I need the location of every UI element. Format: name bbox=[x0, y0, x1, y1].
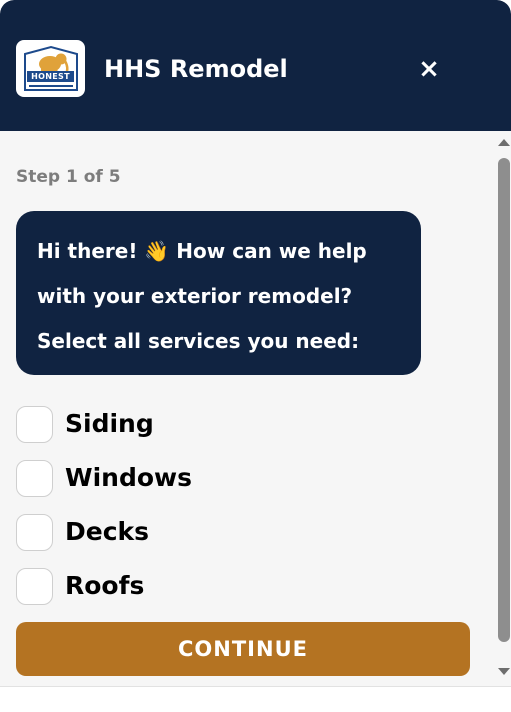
scroll-up-arrow-icon[interactable] bbox=[498, 139, 510, 146]
message-line: Hi there! 👋 How can we help bbox=[37, 239, 367, 263]
step-indicator: Step 1 of 5 bbox=[16, 167, 121, 187]
option-windows[interactable]: Windows bbox=[16, 451, 476, 505]
option-siding[interactable]: Siding bbox=[16, 397, 476, 451]
service-options: Siding Windows Decks Roofs bbox=[16, 397, 476, 613]
continue-button[interactable]: CONTINUE bbox=[16, 622, 470, 676]
bot-message-bubble: Hi there! 👋 How can we help with your ex… bbox=[16, 211, 421, 375]
option-label: Windows bbox=[65, 463, 192, 492]
roofs-checkbox[interactable] bbox=[16, 567, 53, 605]
option-label: Siding bbox=[65, 409, 154, 438]
message-line: Select all services you need: bbox=[37, 329, 360, 353]
chat-widget: HONEST HHS Remodel × Step 1 of 5 Hi ther… bbox=[0, 0, 511, 686]
logo-wordmark: HONEST bbox=[27, 71, 74, 82]
company-logo: HONEST bbox=[16, 40, 85, 97]
widget-header: HONEST HHS Remodel × bbox=[0, 0, 511, 131]
option-roofs[interactable]: Roofs bbox=[16, 559, 476, 613]
decks-checkbox[interactable] bbox=[16, 513, 53, 551]
option-decks[interactable]: Decks bbox=[16, 505, 476, 559]
scrollbar[interactable] bbox=[494, 131, 511, 686]
bottom-divider bbox=[0, 686, 511, 687]
scroll-down-arrow-icon[interactable] bbox=[498, 668, 510, 675]
message-line: with your exterior remodel? bbox=[37, 284, 353, 308]
option-label: Roofs bbox=[65, 571, 145, 600]
siding-checkbox[interactable] bbox=[16, 405, 53, 443]
elephant-logo-icon bbox=[23, 45, 78, 91]
chat-content: Step 1 of 5 Hi there! 👋 How can we help … bbox=[0, 131, 494, 686]
option-label: Decks bbox=[65, 517, 150, 546]
close-icon[interactable]: × bbox=[414, 55, 444, 85]
widget-title: HHS Remodel bbox=[104, 55, 288, 83]
scroll-thumb[interactable] bbox=[498, 158, 510, 642]
windows-checkbox[interactable] bbox=[16, 459, 53, 497]
